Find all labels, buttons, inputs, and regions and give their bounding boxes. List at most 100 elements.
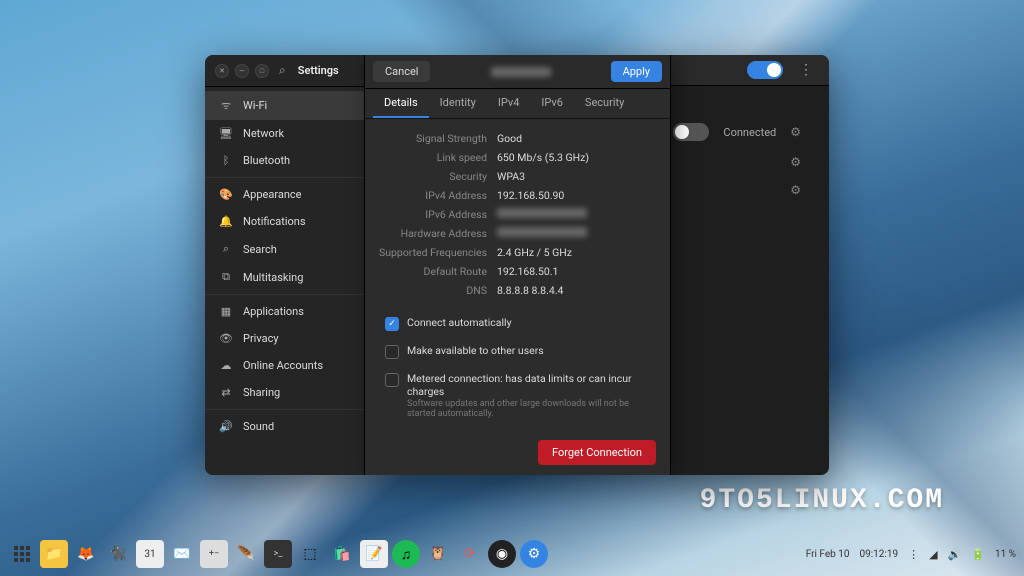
forget-button[interactable]: Forget Connection [538,440,656,465]
checkbox[interactable] [385,373,399,387]
sidebar-item-label: Notifications [243,215,306,228]
apps-icon: ▦ [219,305,233,318]
dialog-tabs: DetailsIdentityIPv4IPv6Security [365,89,670,119]
menu-icon[interactable]: ⋮ [793,62,819,78]
detail-row: Link speed650 Mb/s (5.3 GHz) [379,148,656,167]
sidebar-item-wi-fi[interactable]: ᯤWi-Fi [205,91,364,120]
terminal-icon[interactable]: >_ [264,540,292,568]
checkbox[interactable]: ✓ [385,317,399,331]
tray-wifi-icon[interactable]: ◢ [929,548,937,561]
network-icon: 🖥 [219,127,233,140]
close-icon[interactable]: ✕ [215,64,229,78]
network-toggle[interactable] [673,123,709,141]
detail-key: Link speed [379,151,497,164]
tray-menu-icon[interactable]: ⋮ [908,548,919,561]
sidebar-item-label: Appearance [243,188,302,201]
detail-key: Default Route [379,265,497,278]
tab-identity[interactable]: Identity [429,89,487,118]
detail-value: Good [497,132,522,145]
sharing-icon: ⇄ [219,386,233,399]
tab-ipv4[interactable]: IPv4 [487,89,531,118]
sidebar-item-label: Sound [243,420,274,433]
steam-icon[interactable]: ◉ [488,540,516,568]
files-icon[interactable]: 📁 [40,540,68,568]
tab-security[interactable]: Security [574,89,635,118]
sidebar-item-search[interactable]: ⌕Search [205,235,364,263]
sidebar-item-appearance[interactable]: 🎨 Appearance [205,181,364,208]
firefox-icon[interactable]: 🦊 [72,540,100,568]
tab-ipv6[interactable]: IPv6 [530,89,574,118]
detail-row: Hardware Address [379,224,656,243]
sidebar-item-sharing[interactable]: ⇄Sharing [205,379,364,406]
detail-row: IPv6 Address [379,205,656,224]
sidebar-item-privacy[interactable]: 👁 Privacy [205,325,364,352]
dialog-body: Signal StrengthGoodLink speed650 Mb/s (5… [365,119,670,430]
multitask-icon: ⧉ [219,270,233,284]
checkbox-label: Make available to other users [407,344,544,357]
detail-key: IPv6 Address [379,208,497,221]
search-icon: ⌕ [219,242,233,256]
sidebar-item-label: Online Accounts [243,359,323,372]
calculator-icon[interactable]: +− [200,540,228,568]
apps-icon[interactable] [8,540,36,568]
checkbox-row[interactable]: ✓Connect automatically [379,311,656,336]
gear-icon[interactable]: ⚙ [790,125,801,139]
sidebar-item-sound[interactable]: 🔊Sound [205,413,364,440]
feather-icon[interactable]: 🪶 [232,540,260,568]
sidebar-item-online-accounts[interactable]: ☁ Online Accounts [205,352,364,379]
blurred-value [497,208,587,218]
appearance-icon: 🎨 [219,188,233,201]
settings-icon[interactable]: ⚙ [520,540,548,568]
tray-battery-text: 11 % [995,549,1016,560]
detail-row: IPv4 Address192.168.50.90 [379,186,656,205]
system-tray[interactable]: Fri Feb 10 09:12:19 ⋮ ◢ 🔊 🔋 11 % [806,548,1016,561]
sidebar-item-label: Multitasking [243,271,303,284]
spotify-icon[interactable]: ♫ [392,540,420,568]
cat-icon[interactable]: 🐈‍⬛ [104,540,132,568]
detail-key: Security [379,170,497,183]
cancel-button[interactable]: Cancel [373,61,430,82]
blurred-value [497,227,587,237]
detail-row: Supported Frequencies2.4 GHz / 5 GHz [379,243,656,262]
accounts-icon: ☁ [219,359,233,372]
minimize-icon[interactable]: ─ [235,64,249,78]
wifi-icon: ᯤ [219,98,233,113]
owl-icon[interactable]: 🦉 [424,540,452,568]
settings-sidebar: ✕ ─ □ ⌕ Settings ᯤWi-Fi 🖥 Network ᛒBluetoot… [205,55,365,475]
detail-value [497,227,587,240]
detail-row: DNS8.8.8.8 8.8.4.4 [379,281,656,300]
sidebar-title: Settings [298,64,339,77]
email-icon[interactable]: ✉️ [168,540,196,568]
search-icon[interactable]: ⌕ [279,63,286,78]
sidebar-item-applications[interactable]: ▦Applications [205,298,364,325]
detail-row: SecurityWPA3 [379,167,656,186]
sidebar-item-label: Network [243,127,284,140]
tab-details[interactable]: Details [373,89,429,118]
store-icon[interactable]: 🛍️ [328,540,356,568]
checkbox-row[interactable]: Make available to other users [379,339,656,364]
sidebar-item-notifications[interactable]: 🔔Notifications [205,208,364,235]
checkbox[interactable] [385,345,399,359]
detail-row: Default Route192.168.50.1 [379,262,656,281]
gear-icon[interactable]: ⚙ [790,155,801,169]
connection-dialog: Cancel Apply DetailsIdentityIPv4IPv6Secu… [365,55,671,475]
sidebar-item-multitasking[interactable]: ⧉ Multitasking [205,263,364,291]
tool-icon[interactable]: ⬚ [296,540,324,568]
apply-button[interactable]: Apply [611,61,662,82]
calendar-icon[interactable]: 31 [136,540,164,568]
gear-icon[interactable]: ⚙ [790,183,801,197]
wifi-toggle[interactable] [747,61,783,79]
dialog-header: Cancel Apply [365,55,670,89]
maximize-icon[interactable]: □ [255,64,269,78]
sidebar-item-label: Privacy [243,332,279,345]
checkbox-row[interactable]: Metered connection: has data limits or c… [379,367,656,424]
tray-volume-icon[interactable]: 🔊 [948,548,962,561]
detail-key: IPv4 Address [379,189,497,202]
editor-icon[interactable]: 📝 [360,540,388,568]
sidebar-item-bluetooth[interactable]: ᛒBluetooth [205,147,364,174]
privacy-icon: 👁 [219,332,233,345]
refresh-icon[interactable]: ⟳ [456,540,484,568]
tray-battery-icon[interactable]: 🔋 [971,548,985,561]
settings-main: ⋮ Connected⚙⚙⚙ Cancel Apply DetailsIdent… [365,55,829,475]
sidebar-item-network[interactable]: 🖥 Network [205,120,364,147]
